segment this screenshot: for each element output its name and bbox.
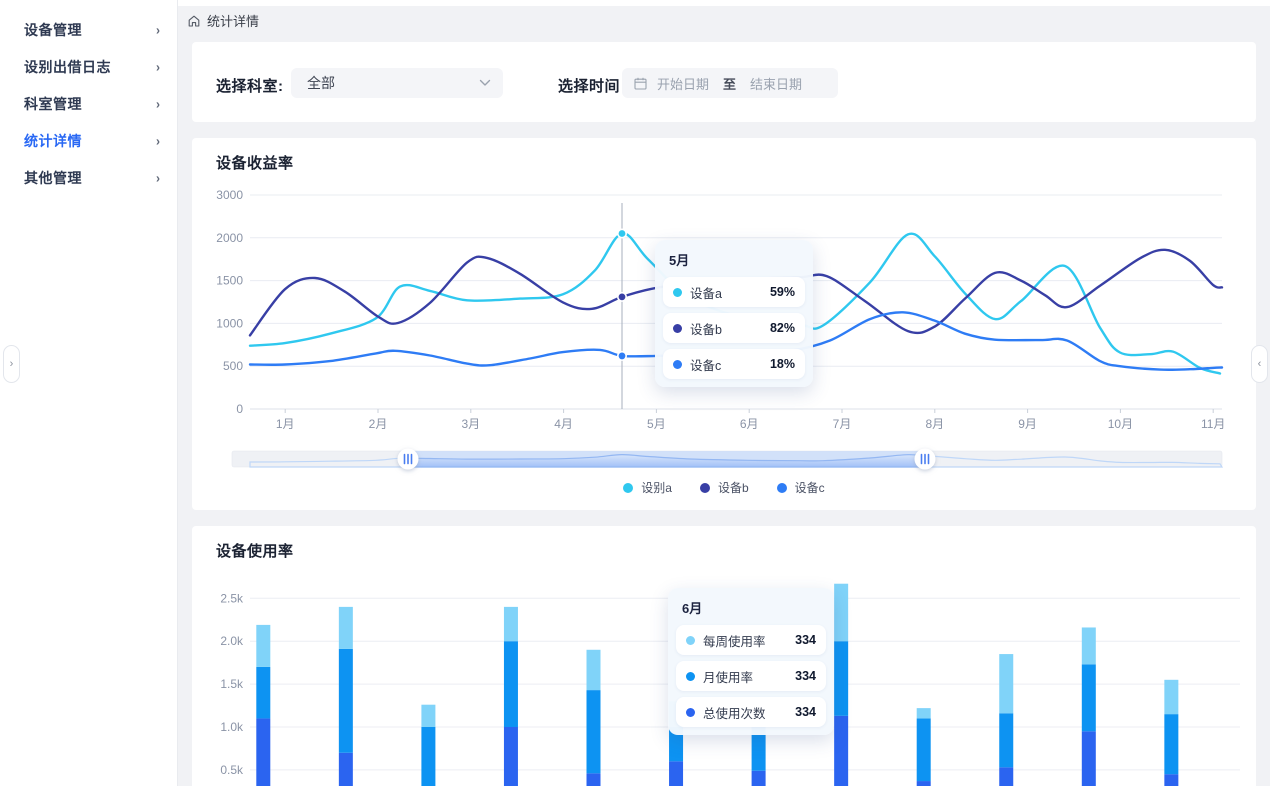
panel-collapse-button[interactable]: ‹: [1251, 345, 1268, 383]
breadcrumb: 统计详情: [187, 11, 259, 30]
sidebar: 设备管理 › 设别出借日志 › 科室管理 › 统计详情 › 其他管理 ›: [0, 0, 178, 786]
series-dot: [686, 672, 695, 681]
breadcrumb-title: 统计详情: [207, 11, 259, 30]
sidebar-item-lending-log[interactable]: 设别出借日志 ›: [24, 55, 160, 79]
chevron-right-icon: ›: [156, 96, 160, 111]
sidebar-item-statistics-detail[interactable]: 统计详情 ›: [24, 129, 160, 153]
filter-card: 选择科室: 全部 选择时间 开始日期 至: [192, 42, 1256, 122]
page: 设备管理 › 设别出借日志 › 科室管理 › 统计详情 › 其他管理 › 统计详…: [0, 0, 1270, 786]
sidebar-item-device-management[interactable]: 设备管理 ›: [24, 18, 160, 42]
series-dot: [673, 324, 682, 333]
tooltip-row: 总使用次数 334: [676, 697, 826, 727]
series-dot: [673, 288, 682, 297]
tooltip-row: 设备a 59%: [663, 277, 805, 307]
sidebar-item-label: 科室管理: [24, 94, 82, 114]
sidebar-item-label: 统计详情: [24, 131, 82, 151]
chevron-right-icon: ›: [10, 358, 14, 370]
top-strip: [0, 0, 1270, 6]
tooltip-row: 设备b 82%: [663, 313, 805, 343]
sidebar-item-department-management[interactable]: 科室管理 ›: [24, 92, 160, 116]
chevron-left-icon: ‹: [1258, 358, 1262, 370]
department-select[interactable]: 全部: [291, 68, 503, 98]
legend-item-device-a[interactable]: 设别a: [623, 479, 672, 496]
tooltip-title: 6月: [682, 598, 826, 617]
home-icon: [187, 14, 201, 28]
end-date-input[interactable]: 结束日期: [750, 74, 802, 93]
series-dot: [673, 360, 682, 369]
legend-item-device-b[interactable]: 设备b: [700, 479, 749, 496]
date-range-picker[interactable]: 开始日期 至 结束日期: [622, 68, 838, 98]
date-range-separator: 至: [723, 74, 736, 93]
sidebar-expand-button[interactable]: ›: [3, 345, 20, 383]
tooltip-title: 5月: [669, 250, 805, 269]
revenue-chart-tooltip: 5月 设备a 59% 设备b 82% 设备c 18%: [655, 240, 813, 387]
series-dot: [686, 636, 695, 645]
start-date-input[interactable]: 开始日期: [657, 74, 709, 93]
legend-dot: [623, 483, 633, 493]
chevron-right-icon: ›: [156, 59, 160, 74]
time-filter-label: 选择时间: [558, 75, 620, 96]
sidebar-item-label: 设别出借日志: [24, 57, 111, 77]
series-dot: [686, 708, 695, 717]
tooltip-row: 月使用率 334: [676, 661, 826, 691]
chevron-right-icon: ›: [156, 133, 160, 148]
usage-chart-tooltip: 6月 每周使用率 334 月使用率 334 总使用次数 334: [668, 588, 834, 735]
legend-dot: [700, 483, 710, 493]
sidebar-item-label: 设备管理: [24, 20, 82, 40]
chevron-down-icon: [479, 79, 491, 87]
calendar-icon: [634, 77, 647, 90]
department-filter-label: 选择科室:: [216, 75, 284, 96]
sidebar-item-label: 其他管理: [24, 168, 82, 188]
sidebar-item-other-management[interactable]: 其他管理 ›: [24, 166, 160, 190]
legend-item-device-c[interactable]: 设备c: [777, 479, 825, 496]
revenue-chart-legend: 设别a 设备b 设备c: [192, 479, 1256, 496]
chevron-right-icon: ›: [156, 22, 160, 37]
department-select-value: 全部: [307, 73, 335, 93]
chevron-right-icon: ›: [156, 170, 160, 185]
revenue-chart-title: 设备收益率: [216, 152, 294, 173]
tooltip-row: 设备c 18%: [663, 349, 805, 379]
usage-chart-title: 设备使用率: [216, 540, 294, 561]
legend-dot: [777, 483, 787, 493]
tooltip-row: 每周使用率 334: [676, 625, 826, 655]
